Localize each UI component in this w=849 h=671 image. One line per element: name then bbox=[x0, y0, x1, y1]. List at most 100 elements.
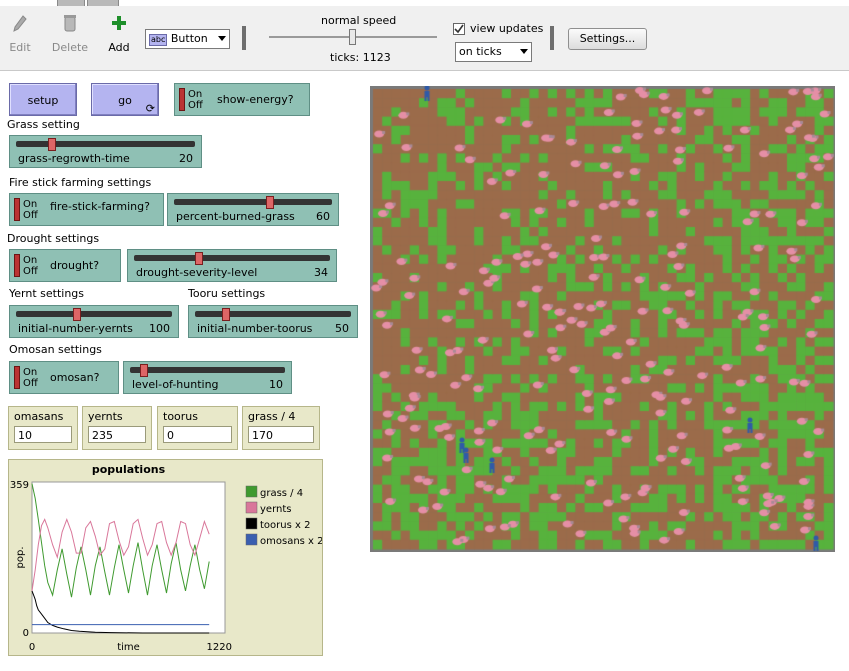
setup-label: setup bbox=[27, 94, 59, 107]
monitor-label: toorus bbox=[163, 410, 198, 423]
update-mode-select[interactable]: on ticks bbox=[455, 42, 532, 62]
y-axis-label: pop. bbox=[15, 547, 26, 569]
checkmark-icon bbox=[454, 24, 464, 34]
button-widget-icon: abc bbox=[149, 34, 168, 46]
go-button[interactable]: go ⟳ bbox=[91, 83, 159, 116]
monitor-label: omasans bbox=[14, 410, 64, 423]
toolbar-separator bbox=[550, 26, 554, 50]
x-axis-label: time bbox=[117, 642, 140, 653]
ticks-readout: ticks: 1123 bbox=[330, 51, 391, 64]
pencil-icon bbox=[13, 15, 27, 32]
monitor-toorus: toorus 0 bbox=[157, 406, 238, 450]
on-label: On bbox=[23, 255, 38, 266]
fire-stick-switch[interactable]: On Off fire-stick-farming? bbox=[9, 193, 164, 226]
drought-switch[interactable]: On Off drought? bbox=[9, 249, 121, 282]
world-view[interactable] bbox=[370, 86, 835, 552]
x-tick-label: 0 bbox=[29, 642, 35, 653]
slider-name: percent-burned-grass bbox=[176, 210, 295, 223]
legend-swatch-3 bbox=[245, 533, 258, 546]
drought-severity-slider[interactable]: drought-severity-level 34 bbox=[127, 249, 337, 282]
widget-type-select[interactable]: abc Button bbox=[145, 29, 230, 49]
off-label: Off bbox=[188, 100, 203, 111]
speed-slider-thumb[interactable] bbox=[349, 29, 356, 45]
toolbar-separator bbox=[242, 26, 246, 50]
slider-name: grass-regrowth-time bbox=[18, 152, 130, 165]
hunting-slider[interactable]: level-of-hunting 10 bbox=[123, 361, 292, 394]
omosan-switch[interactable]: On Off omosan? bbox=[9, 361, 119, 394]
off-label: Off bbox=[23, 210, 38, 221]
chart-title: populations bbox=[92, 463, 166, 476]
legend-label-1: yernts bbox=[260, 504, 291, 515]
slider-thumb[interactable] bbox=[140, 364, 148, 377]
chevron-down-icon bbox=[520, 49, 528, 54]
off-label: Off bbox=[23, 378, 38, 389]
legend-swatch-2 bbox=[245, 517, 258, 530]
add-button[interactable]: Add bbox=[99, 14, 139, 54]
slider-track bbox=[130, 367, 285, 373]
slider-thumb[interactable] bbox=[195, 252, 203, 265]
edit-button[interactable]: Edit bbox=[0, 14, 40, 54]
monitor-value: 235 bbox=[88, 426, 146, 443]
grass-regrowth-slider[interactable]: grass-regrowth-time 20 bbox=[9, 135, 202, 168]
slider-track bbox=[174, 199, 332, 205]
world-canvas[interactable] bbox=[370, 86, 835, 552]
slider-name: initial-number-toorus bbox=[197, 322, 313, 335]
drought-label: drought? bbox=[50, 259, 100, 272]
on-label: On bbox=[23, 199, 38, 210]
slider-track bbox=[195, 311, 351, 317]
percent-burned-slider[interactable]: percent-burned-grass 60 bbox=[167, 193, 339, 226]
slider-thumb[interactable] bbox=[48, 138, 56, 151]
y-tick-label: 0 bbox=[23, 628, 29, 639]
populations-chart: populations time pop. 0 1220 359 0 grass / 4 yer… bbox=[10, 463, 324, 653]
slider-thumb[interactable] bbox=[266, 196, 274, 209]
widget-type-value: Button bbox=[170, 32, 208, 45]
yernts-slider[interactable]: initial-number-yernts 100 bbox=[9, 305, 179, 338]
slider-track bbox=[16, 141, 195, 147]
toolbar: Edit Delete Add abc Button normal speed … bbox=[0, 6, 849, 71]
section-yernt: Yernt settings bbox=[9, 287, 85, 300]
switch-knob bbox=[14, 254, 20, 277]
slider-value: 20 bbox=[179, 152, 193, 165]
x-tick-label: 1220 bbox=[207, 642, 232, 653]
forever-icon: ⟳ bbox=[145, 102, 155, 115]
delete-button[interactable]: Delete bbox=[50, 14, 90, 54]
section-fire: Fire stick farming settings bbox=[9, 176, 152, 189]
legend-swatch-1 bbox=[245, 501, 258, 514]
slider-thumb[interactable] bbox=[222, 308, 230, 321]
plot-area bbox=[31, 481, 226, 634]
section-tooru: Tooru settings bbox=[188, 287, 266, 300]
setup-button[interactable]: setup bbox=[9, 83, 77, 116]
show-energy-switch[interactable]: On Off show-energy? bbox=[174, 83, 310, 116]
toorus-slider[interactable]: initial-number-toorus 50 bbox=[188, 305, 358, 338]
monitor-grass: grass / 4 170 bbox=[242, 406, 320, 450]
chevron-down-icon bbox=[218, 36, 226, 41]
settings-button[interactable]: Settings... bbox=[568, 28, 647, 50]
slider-thumb[interactable] bbox=[73, 308, 81, 321]
legend-label-2: toorus x 2 bbox=[260, 520, 310, 531]
slider-value: 34 bbox=[314, 266, 328, 279]
monitor-label: grass / 4 bbox=[248, 410, 296, 423]
monitor-value: 170 bbox=[248, 426, 314, 443]
off-label: Off bbox=[23, 266, 38, 277]
populations-plot: populations time pop. 0 1220 359 0 grass / 4 yer… bbox=[8, 459, 324, 656]
speed-label: normal speed bbox=[321, 14, 397, 27]
legend-swatch-0 bbox=[245, 485, 258, 498]
on-label: On bbox=[23, 367, 38, 378]
legend-label-0: grass / 4 bbox=[260, 488, 303, 499]
on-label: On bbox=[188, 89, 203, 100]
show-energy-label: show-energy? bbox=[217, 93, 294, 106]
legend-label-3: omosans x 2 bbox=[260, 536, 322, 547]
slider-track bbox=[134, 255, 330, 261]
update-mode-value: on ticks bbox=[459, 45, 502, 58]
monitor-yernts: yernts 235 bbox=[82, 406, 152, 450]
view-updates-checkbox[interactable] bbox=[453, 23, 465, 35]
switch-knob bbox=[179, 88, 185, 111]
view-updates-label: view updates bbox=[470, 22, 544, 35]
delete-label: Delete bbox=[51, 41, 89, 54]
slider-name: drought-severity-level bbox=[136, 266, 258, 279]
monitor-value: 10 bbox=[14, 426, 72, 443]
switch-knob bbox=[14, 366, 20, 389]
slider-name: initial-number-yernts bbox=[18, 322, 133, 335]
slider-value: 10 bbox=[269, 378, 283, 391]
slider-value: 60 bbox=[316, 210, 330, 223]
